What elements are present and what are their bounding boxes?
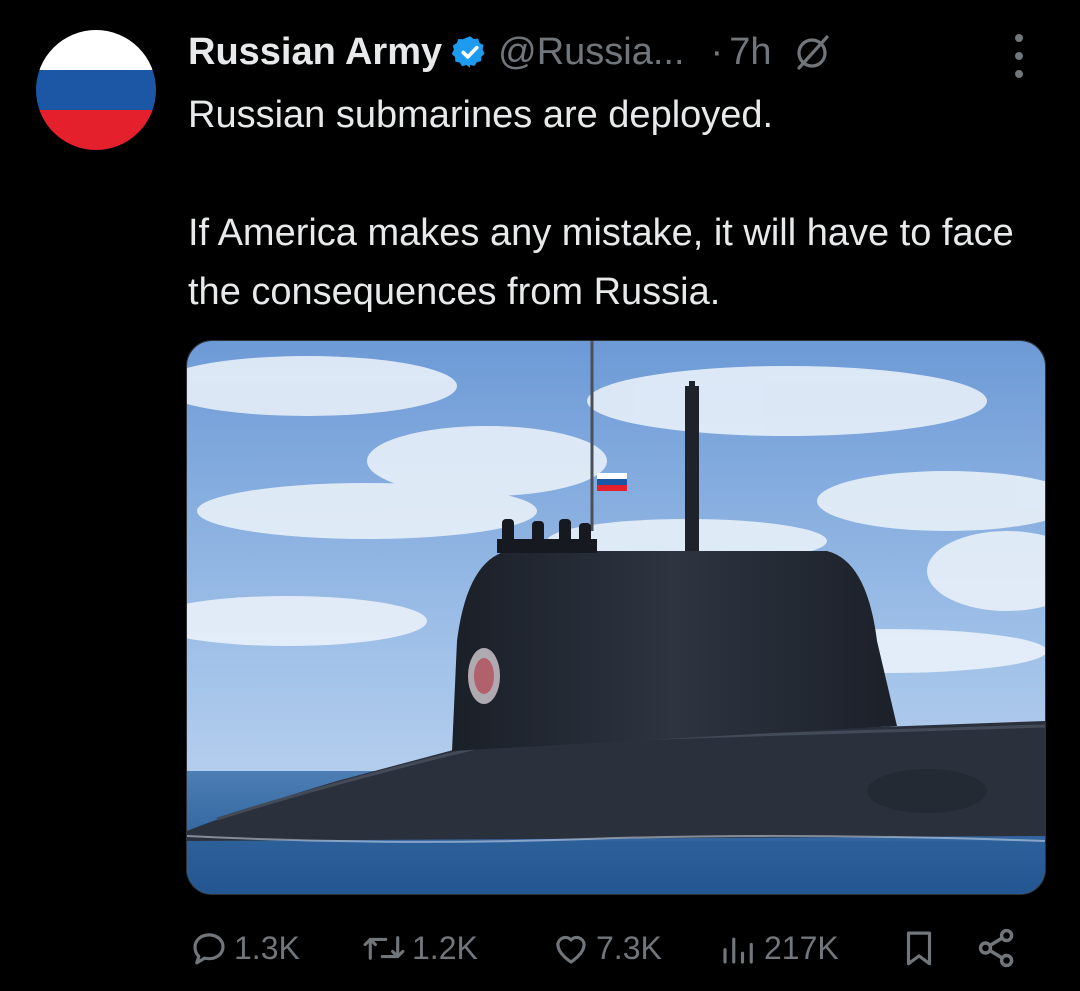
tweet-line-1: Russian submarines are deployed. <box>188 94 774 136</box>
author-handle[interactable]: @Russia... <box>498 31 684 74</box>
reply-icon <box>193 933 225 965</box>
repost-button[interactable]: 1.2K <box>360 920 478 976</box>
submarine-sail <box>452 551 897 751</box>
tweet-line-2: If America makes any mistake, it will ha… <box>188 212 1014 313</box>
view-count: 217K <box>764 929 839 966</box>
russian-flag <box>597 473 627 491</box>
more-options-icon[interactable] <box>1004 34 1034 78</box>
separator-dot: · <box>710 30 724 73</box>
tweet-photo[interactable] <box>186 340 1046 895</box>
tweet-text: Russian submarines are deployed. If Amer… <box>188 86 1058 322</box>
reply-button[interactable]: 1.3K <box>188 920 300 976</box>
share-button[interactable] <box>974 920 1020 976</box>
verified-badge-icon <box>452 36 485 68</box>
periscope-mast <box>685 386 699 551</box>
like-count: 7.3K <box>596 929 662 966</box>
like-button[interactable]: 7.3K <box>550 920 662 976</box>
avatar[interactable] <box>36 30 156 150</box>
views-button[interactable]: 217K <box>718 920 839 976</box>
bookmark-icon <box>906 931 932 966</box>
heart-icon <box>556 935 586 964</box>
views-icon <box>723 937 753 964</box>
repost-count: 1.2K <box>412 929 478 966</box>
flag-blue-band <box>36 70 156 110</box>
flag-red-band <box>36 110 156 150</box>
share-icon <box>978 928 1014 968</box>
timestamp[interactable]: 7h <box>729 31 771 74</box>
tweet-actions: 1.3K 1.2K 7.3K 217K <box>188 920 1038 976</box>
submarine-photo <box>187 341 1045 894</box>
bookmark-button[interactable] <box>898 920 940 976</box>
grok-icon[interactable] <box>793 32 833 72</box>
tweet-header: Russian Army @Russia... · 7h <box>188 24 833 80</box>
flag-white-band <box>36 30 156 70</box>
author-name[interactable]: Russian Army <box>188 31 442 74</box>
reply-count: 1.3K <box>234 929 300 966</box>
repost-icon <box>363 936 405 960</box>
